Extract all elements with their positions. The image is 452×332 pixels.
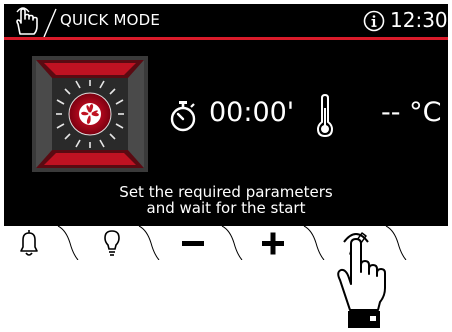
touch-hand-icon[interactable]: [6, 4, 42, 36]
pointing-hand-icon: [337, 233, 386, 328]
instruction-message: Set the required parameters and wait for…: [4, 184, 448, 216]
header-separator: [43, 8, 57, 38]
clock: 12:30: [390, 8, 448, 32]
thermometer-icon: [316, 94, 334, 138]
page-title: QUICK MODE: [60, 11, 161, 29]
timer-value[interactable]: 00:00': [209, 97, 294, 128]
stopwatch-icon: [170, 101, 196, 132]
header-bar: QUICK MODE 12:30: [4, 4, 448, 38]
plus-icon[interactable]: [258, 226, 288, 260]
lightbulb-icon[interactable]: [97, 226, 127, 260]
temperature-value[interactable]: -- °C: [381, 97, 441, 128]
accent-divider: [4, 37, 448, 40]
minus-icon[interactable]: [178, 226, 208, 260]
fan-oven-icon: [32, 56, 148, 172]
button-separator: [138, 226, 160, 260]
message-line-1: Set the required parameters: [119, 183, 333, 201]
info-icon[interactable]: [363, 10, 385, 32]
button-separator: [57, 226, 79, 260]
bell-icon[interactable]: [14, 226, 44, 260]
message-line-2: and wait for the start: [146, 199, 306, 217]
button-separator: [221, 226, 243, 260]
